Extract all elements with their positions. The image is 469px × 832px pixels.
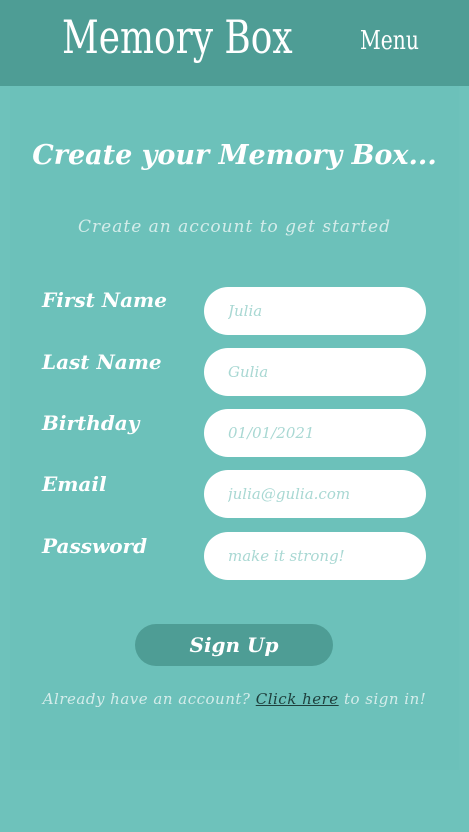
menu-button[interactable]: Menu	[360, 26, 419, 56]
signin-prompt-prefix: Already have an account?	[42, 690, 251, 708]
last-name-field[interactable]	[204, 348, 426, 396]
password-label: Password	[42, 534, 148, 558]
last-name-label: Last Name	[42, 350, 162, 374]
signin-prompt: Already have an account? Click here to s…	[0, 690, 469, 708]
password-field[interactable]	[204, 532, 426, 580]
sign-up-button[interactable]: Sign Up	[135, 624, 333, 666]
sign-in-link[interactable]: Click here	[256, 690, 339, 708]
birthday-label: Birthday	[42, 411, 140, 435]
page-subtitle: Create an account to get started	[78, 217, 391, 237]
signin-prompt-suffix: to sign in!	[343, 690, 427, 708]
email-label: Email	[42, 472, 107, 496]
birthday-field[interactable]	[204, 409, 426, 457]
page-title: Create your Memory Box...	[32, 140, 437, 171]
first-name-label: First Name	[42, 288, 167, 312]
app-logo[interactable]: Memory Box	[62, 10, 293, 64]
email-field[interactable]	[204, 470, 426, 518]
first-name-field[interactable]	[204, 287, 426, 335]
top-header: Memory Box Menu	[0, 0, 469, 86]
